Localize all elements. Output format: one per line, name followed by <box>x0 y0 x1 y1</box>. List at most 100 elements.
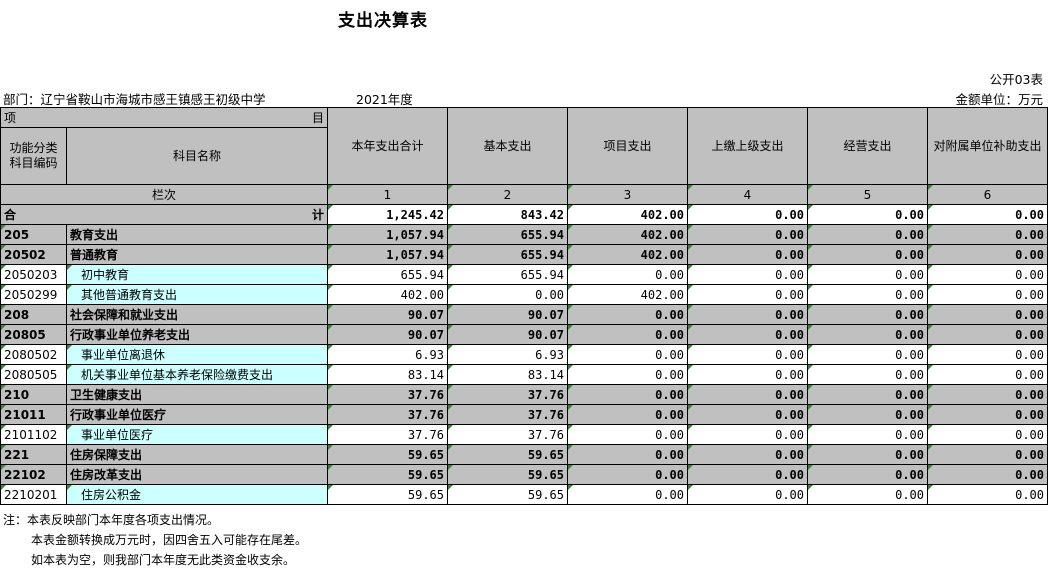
row-name: 行政事业单位医疗 <box>66 404 328 425</box>
row-value-4: 0.00 <box>687 324 808 345</box>
row-value-6: 0.00 <box>927 464 1048 485</box>
row-name: 教育支出 <box>66 224 328 245</box>
row-value-5: 0.00 <box>807 344 928 365</box>
table-row: 205 教育支出 1,057.94 655.94 402.00 0.00 0.00 0.00 <box>0 224 1048 245</box>
row-value-4: 0.00 <box>687 344 808 365</box>
header-col-3: 项目支出 <box>567 107 688 185</box>
row-value-3: 0.00 <box>567 404 688 425</box>
row-value-5: 0.00 <box>807 484 928 505</box>
total-he: 合 <box>4 207 17 222</box>
row-name: 住房保障支出 <box>66 444 328 465</box>
note-3: 如本表为空，则我部门本年度无此类资金收支余。 <box>31 553 296 567</box>
row-value-5: 0.00 <box>807 364 928 385</box>
row-value-2: 655.94 <box>447 264 568 285</box>
row-value-1: 6.93 <box>327 344 448 365</box>
row-value-3: 0.00 <box>567 344 688 365</box>
row-code: 221 <box>0 444 67 465</box>
header-lanci: 栏次 <box>0 184 328 205</box>
note-2: 本表金额转换成万元时，因四舍五入可能存在尾差。 <box>31 533 308 547</box>
header-col-6: 对附属单位补助支出 <box>927 107 1048 185</box>
row-value-2: 59.65 <box>447 444 568 465</box>
table-row: 2210201 住房公积金 59.65 59.65 0.00 0.00 0.00 0.00 <box>0 484 1048 505</box>
row-code: 2080502 <box>0 344 67 365</box>
row-value-1: 402.00 <box>327 284 448 305</box>
amount-unit: 金额单位：万元 <box>955 92 1043 107</box>
row-value-6: 0.00 <box>927 224 1048 245</box>
header-col-5: 经营支出 <box>807 107 928 185</box>
table-row: 208 社会保障和就业支出 90.07 90.07 0.00 0.00 0.00 0.00 <box>0 304 1048 325</box>
row-value-1: 59.65 <box>327 464 448 485</box>
header-xiang: 项 <box>4 110 17 125</box>
row-value-4: 0.00 <box>687 384 808 405</box>
row-name: 社会保障和就业支出 <box>66 304 328 325</box>
row-code: 20805 <box>0 324 67 345</box>
row-name: 其他普通教育支出 <box>66 284 328 305</box>
table-row: 2080502 事业单位离退休 6.93 6.93 0.00 0.00 0.00 0.00 <box>0 344 1048 365</box>
row-value-3: 0.00 <box>567 304 688 325</box>
row-value-2: 655.94 <box>447 244 568 265</box>
header-xiangmu: 项 目 <box>0 107 328 128</box>
table-row: 2080505 机关事业单位基本养老保险缴费支出 83.14 83.14 0.00 0.0… <box>0 364 1048 385</box>
lanci-num-2: 2 <box>447 184 568 205</box>
row-name: 事业单位医疗 <box>66 424 328 445</box>
table-row: 20805 行政事业单位养老支出 90.07 90.07 0.00 0.00 0.00 0.0… <box>0 324 1048 345</box>
row-value-3: 0.00 <box>567 364 688 385</box>
row-value-1: 90.07 <box>327 304 448 325</box>
note-1: 注：本表反映部门本年度各项支出情况。 <box>3 513 220 527</box>
total-value-1: 1,245.42 <box>327 204 448 225</box>
row-code: 208 <box>0 304 67 325</box>
total-value-5: 0.00 <box>807 204 928 225</box>
row-value-4: 0.00 <box>687 244 808 265</box>
row-value-2: 90.07 <box>447 324 568 345</box>
table-row: 2050299 其他普通教育支出 402.00 0.00 402.00 0.00 0.00 0… <box>0 284 1048 305</box>
row-code: 210 <box>0 384 67 405</box>
row-name: 普通教育 <box>66 244 328 265</box>
row-value-4: 0.00 <box>687 364 808 385</box>
lanci-num-6: 6 <box>927 184 1048 205</box>
row-value-4: 0.00 <box>687 484 808 505</box>
row-name: 事业单位离退休 <box>66 344 328 365</box>
row-value-6: 0.00 <box>927 324 1048 345</box>
row-name: 机关事业单位基本养老保险缴费支出 <box>66 364 328 385</box>
row-value-1: 1,057.94 <box>327 244 448 265</box>
row-value-6: 0.00 <box>927 264 1048 285</box>
row-code: 2101102 <box>0 424 67 445</box>
row-value-6: 0.00 <box>927 284 1048 305</box>
row-value-4: 0.00 <box>687 264 808 285</box>
table-row: 2050203 初中教育 655.94 655.94 0.00 0.00 0.00 0.00 <box>0 264 1048 285</box>
row-value-1: 655.94 <box>327 264 448 285</box>
row-value-6: 0.00 <box>927 424 1048 445</box>
row-value-2: 6.93 <box>447 344 568 365</box>
table-row: 221 住房保障支出 59.65 59.65 0.00 0.00 0.00 0.00 <box>0 444 1048 465</box>
total-value-4: 0.00 <box>687 204 808 225</box>
row-value-5: 0.00 <box>807 324 928 345</box>
row-value-4: 0.00 <box>687 224 808 245</box>
fiscal-year: 2021年度 <box>356 92 413 107</box>
header-mu: 目 <box>311 110 324 125</box>
row-name: 行政事业单位养老支出 <box>66 324 328 345</box>
row-code: 21011 <box>0 404 67 425</box>
expenditure-table: 项 目 本年支出合计 基本支出 项目支出 上缴上级支出 经营支出 对附属单位补助… <box>0 107 1048 505</box>
table-row: 22102 住房改革支出 59.65 59.65 0.00 0.00 0.00 0.00 <box>0 464 1048 485</box>
row-value-3: 0.00 <box>567 324 688 345</box>
row-value-5: 0.00 <box>807 264 928 285</box>
header-col-4: 上缴上级支出 <box>687 107 808 185</box>
row-value-1: 37.76 <box>327 404 448 425</box>
row-code: 2080505 <box>0 364 67 385</box>
row-value-3: 402.00 <box>567 244 688 265</box>
row-value-2: 59.65 <box>447 484 568 505</box>
row-value-6: 0.00 <box>927 244 1048 265</box>
row-value-6: 0.00 <box>927 404 1048 425</box>
row-value-3: 402.00 <box>567 224 688 245</box>
row-value-5: 0.00 <box>807 244 928 265</box>
row-code: 205 <box>0 224 67 245</box>
row-name: 住房改革支出 <box>66 464 328 485</box>
row-value-1: 37.76 <box>327 384 448 405</box>
row-value-3: 0.00 <box>567 384 688 405</box>
row-value-1: 59.65 <box>327 484 448 505</box>
row-value-6: 0.00 <box>927 444 1048 465</box>
row-value-2: 0.00 <box>447 284 568 305</box>
row-value-4: 0.00 <box>687 304 808 325</box>
row-value-4: 0.00 <box>687 284 808 305</box>
lanci-num-3: 3 <box>567 184 688 205</box>
